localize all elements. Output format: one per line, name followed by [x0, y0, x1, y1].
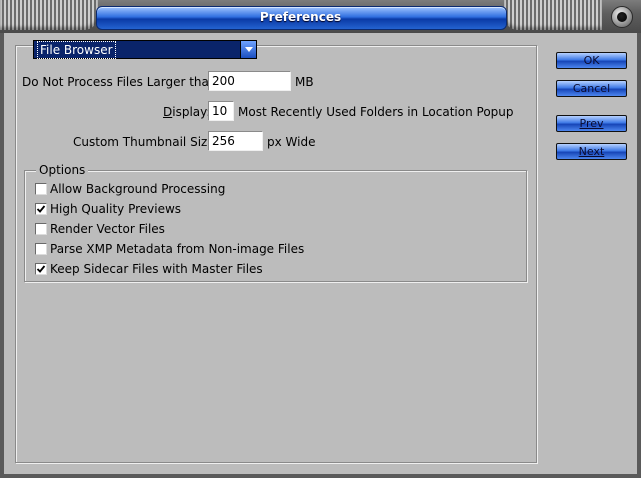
- window-frame-left: [0, 33, 4, 478]
- thumbnail-size-input[interactable]: 256: [208, 131, 263, 151]
- window-title: Preferences: [259, 10, 342, 24]
- title-grip-right: [504, 0, 602, 30]
- prev-button-label: Prev: [579, 117, 604, 130]
- preferences-dialog: Preferences File Browser Do Not Process …: [0, 0, 641, 478]
- option-checkbox[interactable]: [35, 243, 47, 255]
- option-checkbox[interactable]: [35, 183, 47, 195]
- chevron-down-icon[interactable]: [240, 41, 256, 58]
- next-button-label: Next: [578, 145, 605, 158]
- display-suffix-label: Most Recently Used Folders in Location P…: [238, 105, 514, 119]
- section-dropdown-value: File Browser: [37, 41, 116, 59]
- max-file-size-unit: MB: [295, 75, 314, 89]
- option-checkbox[interactable]: [35, 223, 47, 235]
- window-frame-bottom: [0, 474, 641, 478]
- display-label: Display:: [163, 105, 211, 119]
- max-file-size-label: Do Not Process Files Larger than:: [22, 75, 221, 89]
- display-count-input[interactable]: 10: [208, 101, 234, 121]
- next-button[interactable]: Next: [556, 143, 627, 160]
- thumbnail-size-label: Custom Thumbnail Size:: [73, 135, 219, 149]
- checkmark-icon: [36, 265, 46, 273]
- ok-button[interactable]: OK: [556, 52, 627, 69]
- cancel-button[interactable]: Cancel: [556, 80, 627, 97]
- option-label: High Quality Previews: [50, 202, 182, 216]
- options-legend: Options: [36, 163, 89, 177]
- max-file-size-input[interactable]: 200: [208, 71, 291, 91]
- close-icon[interactable]: [611, 6, 633, 28]
- option-checkbox[interactable]: [35, 263, 47, 275]
- option-label: Allow Background Processing: [50, 182, 226, 196]
- option-label: Keep Sidecar Files with Master Files: [50, 262, 263, 276]
- prev-button[interactable]: Prev: [556, 115, 627, 132]
- title-bar[interactable]: Preferences: [0, 0, 641, 33]
- option-label: Render Vector Files: [50, 222, 165, 236]
- option-label: Parse XMP Metadata from Non-image Files: [50, 242, 305, 256]
- window-frame-right: [637, 33, 641, 478]
- section-dropdown[interactable]: File Browser: [33, 40, 257, 59]
- thumbnail-size-unit: px Wide: [267, 135, 316, 149]
- title-grip-left: [0, 0, 98, 30]
- checkmark-icon: [36, 205, 46, 213]
- option-checkbox[interactable]: [35, 203, 47, 215]
